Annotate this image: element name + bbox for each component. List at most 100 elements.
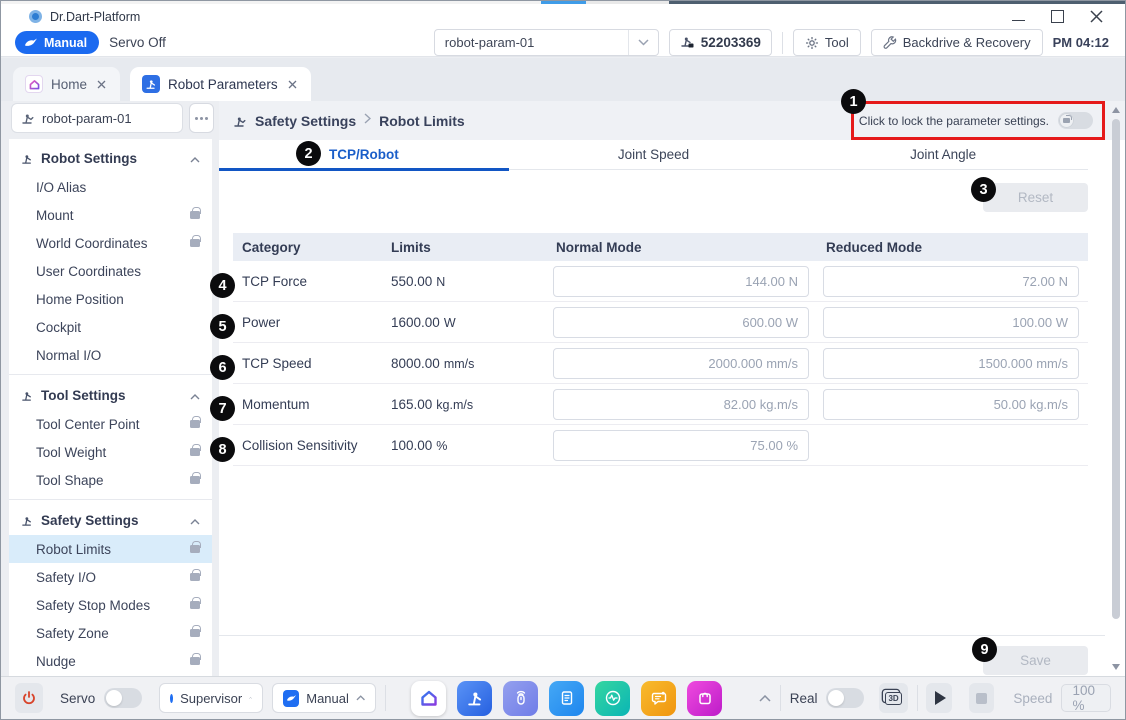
sidebar-item-safety-io[interactable]: Safety I/O [9, 563, 212, 591]
sidebar: robot-param-01 Robot Settings I/O Alias … [9, 101, 212, 676]
sidebar-item-tool-center-point[interactable]: Tool Center Point [9, 410, 212, 438]
collision-sensitivity-normal-input[interactable] [553, 430, 809, 461]
lock-parameters-callout: Click to lock the parameter settings. [851, 101, 1105, 140]
robot-icon [233, 114, 247, 128]
section-safety-settings[interactable]: Safety Settings [9, 505, 212, 535]
more-options-button[interactable] [189, 103, 214, 133]
parameter-preset-select[interactable]: robot-param-01 [434, 29, 659, 56]
close-button[interactable] [1090, 10, 1103, 23]
momentum-normal-input[interactable] [553, 389, 809, 420]
tab-home[interactable]: Home [13, 67, 120, 101]
scroll-up-icon[interactable] [1112, 107, 1120, 113]
dock-store-icon[interactable] [687, 681, 722, 716]
divider [9, 374, 212, 375]
dock-message-log-icon[interactable] [641, 681, 676, 716]
reset-button[interactable]: Reset [983, 183, 1088, 212]
sidebar-item-cockpit[interactable]: Cockpit [9, 313, 212, 341]
backdrive-recovery-button[interactable]: Backdrive & Recovery [871, 29, 1043, 56]
tab-robot-parameters[interactable]: Robot Parameters [130, 67, 311, 101]
tool-button[interactable]: Tool [793, 29, 861, 56]
speed-value[interactable]: 100 % [1061, 684, 1111, 712]
sidebar-item-tool-weight[interactable]: Tool Weight [9, 438, 212, 466]
dock-monitor-icon[interactable] [595, 681, 630, 716]
power-normal-input[interactable] [553, 307, 809, 338]
footer-separator [385, 685, 386, 711]
power-reduced-input[interactable] [823, 307, 1079, 338]
annotation-badge-3: 3 [971, 177, 996, 202]
scrollbar-thumb[interactable] [1112, 119, 1120, 619]
momentum-reduced-input[interactable] [823, 389, 1079, 420]
save-button[interactable]: Save [983, 646, 1088, 675]
play-button[interactable] [926, 683, 952, 713]
sidebar-item-normal-io[interactable]: Normal I/O [9, 341, 212, 369]
lock-parameters-toggle[interactable] [1058, 112, 1093, 129]
lock-icon [190, 420, 200, 428]
sidebar-item-safety-zone[interactable]: Safety Zone [9, 619, 212, 647]
power-button[interactable] [15, 683, 43, 713]
robot-icon [21, 111, 35, 125]
sidebar-item-safety-stop-modes[interactable]: Safety Stop Modes [9, 591, 212, 619]
robot-icon [21, 514, 34, 527]
subtab-joint-speed[interactable]: Joint Speed [509, 140, 799, 169]
lock-icon [190, 629, 200, 637]
lock-icon [190, 573, 200, 581]
close-tab-icon[interactable] [95, 78, 108, 91]
maximize-button[interactable] [1051, 10, 1064, 23]
tcp-speed-reduced-input[interactable] [823, 348, 1079, 379]
app-dock [411, 681, 722, 716]
robot-icon [21, 389, 34, 402]
chevron-right-icon [364, 113, 371, 127]
breadcrumb-section[interactable]: Safety Settings [255, 113, 356, 129]
sidebar-item-home-position[interactable]: Home Position [9, 285, 212, 313]
subtab-joint-angle[interactable]: Joint Angle [798, 140, 1088, 169]
sidebar-item-user-coordinates[interactable]: User Coordinates [9, 257, 212, 285]
parameter-subtabs: TCP/Robot Joint Speed Joint Angle [219, 140, 1088, 170]
stop-icon [976, 693, 987, 704]
real-sim-toggle[interactable] [826, 688, 864, 708]
stop-button[interactable] [969, 683, 994, 713]
sidebar-item-mount[interactable]: Mount [9, 201, 212, 229]
servo-toggle[interactable] [104, 688, 142, 708]
tcp-force-normal-input[interactable] [553, 266, 809, 297]
limits-table: Category Limits Normal Mode Reduced Mode… [233, 233, 1088, 466]
sidebar-item-io-alias[interactable]: I/O Alias [9, 173, 212, 201]
lock-icon [190, 448, 200, 456]
tcp-speed-normal-input[interactable] [553, 348, 809, 379]
dock-task-editor-icon[interactable] [549, 681, 584, 716]
dock-robot-params-icon[interactable] [457, 681, 492, 716]
vertical-scrollbar[interactable] [1110, 105, 1122, 672]
footer-separator [780, 685, 781, 711]
scroll-down-icon[interactable] [1112, 664, 1120, 670]
manual-mode-button[interactable]: Manual [15, 31, 99, 54]
annotation-badge-6: 6 [210, 355, 235, 380]
tcp-force-reduced-input[interactable] [823, 266, 1079, 297]
table-row-collision-sensitivity: Collision Sensitivity 100.00% [233, 425, 1088, 466]
screen-edge-strip [1, 1, 541, 4]
role-select[interactable]: Supervisor [159, 683, 263, 713]
param-name-field[interactable]: robot-param-01 [11, 103, 183, 133]
annotation-badge-5: 5 [210, 314, 235, 339]
section-robot-settings[interactable]: Robot Settings [9, 143, 212, 173]
lock-icon [190, 476, 200, 484]
robot-icon [21, 152, 34, 165]
screen-edge-strip-blue [541, 1, 586, 4]
lock-icon [190, 211, 200, 219]
table-row-momentum: Momentum 165.00kg.m/s [233, 384, 1088, 425]
dock-home-icon[interactable] [411, 681, 446, 716]
wrench-icon [883, 36, 897, 50]
table-row-power: Power 1600.00W [233, 302, 1088, 343]
operation-mode-select[interactable]: Manual [272, 683, 376, 713]
sim-3d-button[interactable]: 3D [879, 683, 907, 713]
dock-collapse-chevron[interactable] [759, 689, 771, 707]
screen-edge-strip-gray [586, 1, 669, 4]
sidebar-item-tool-shape[interactable]: Tool Shape [9, 466, 212, 494]
role-status-dot [170, 694, 173, 703]
minimize-button[interactable] [1012, 13, 1025, 21]
dock-jog-remote-icon[interactable] [503, 681, 538, 716]
sidebar-item-robot-limits[interactable]: Robot Limits [9, 535, 212, 563]
sidebar-item-nudge[interactable]: Nudge [9, 647, 212, 675]
sidebar-item-world-coordinates[interactable]: World Coordinates [9, 229, 212, 257]
section-tool-settings[interactable]: Tool Settings [9, 380, 212, 410]
close-tab-icon[interactable] [286, 78, 299, 91]
subtab-tcp-robot[interactable]: TCP/Robot [219, 140, 509, 169]
